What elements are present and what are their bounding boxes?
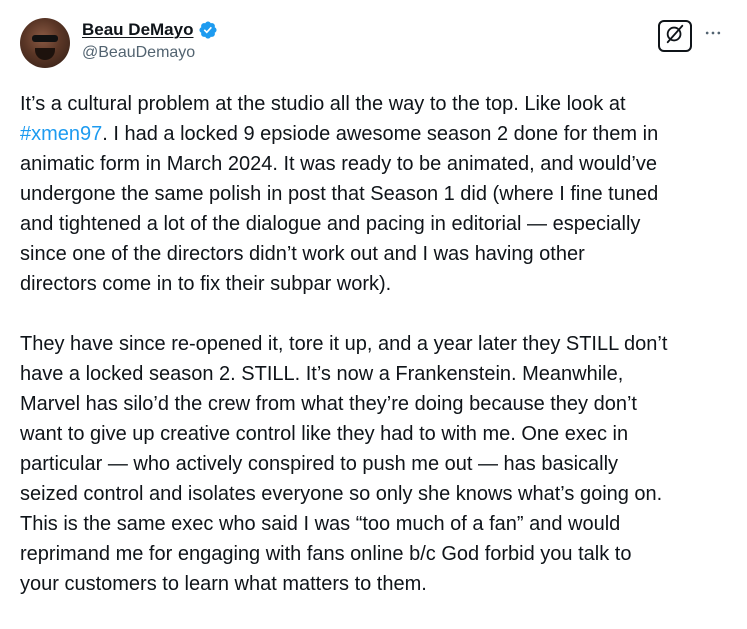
author-handle[interactable]: @BeauDemayo bbox=[82, 44, 218, 62]
grok-icon bbox=[664, 23, 686, 50]
tweet-line: . I had a locked 9 epsiode awesome seaso… bbox=[102, 123, 659, 145]
tweet-line: animatic form in March 2024. It was read… bbox=[20, 153, 657, 175]
tweet-line: want to give up creative control like th… bbox=[20, 423, 629, 445]
tweet-line: Marvel has silo’d the crew from what the… bbox=[20, 393, 637, 415]
tweet-line: reprimand me for engaging with fans onli… bbox=[20, 543, 632, 565]
more-options-button[interactable] bbox=[700, 22, 726, 48]
verified-badge-icon bbox=[198, 20, 218, 40]
tweet-line: and tightened a lot of the dialogue and … bbox=[20, 213, 641, 235]
avatar-beard bbox=[35, 48, 55, 60]
hashtag-link[interactable]: #xmen97 bbox=[20, 123, 102, 145]
tweet-line: It’s a cultural problem at the studio al… bbox=[20, 93, 626, 115]
tweet-line: This is the same exec who said I was “to… bbox=[20, 513, 621, 535]
tweet-line: have a locked season 2. STILL. It’s now … bbox=[20, 363, 624, 385]
tweet-line: They have since re-opened it, tore it up… bbox=[20, 333, 668, 355]
avatar[interactable] bbox=[20, 18, 70, 68]
tweet-header: Beau DeMayo @BeauDemayo bbox=[20, 18, 730, 74]
tweet-line: since one of the directors didn’t work o… bbox=[20, 243, 585, 265]
tweet-line: seized control and isolates everyone so … bbox=[20, 483, 663, 505]
tweet-line: directors come in to fix their subpar wo… bbox=[20, 273, 392, 295]
name-row: Beau DeMayo bbox=[82, 20, 218, 40]
tweet-line: your customers to learn what matters to … bbox=[20, 573, 427, 595]
tweet-paragraph-1: It’s a cultural problem at the studio al… bbox=[20, 89, 732, 299]
more-icon bbox=[703, 23, 723, 48]
author-display-name[interactable]: Beau DeMayo bbox=[82, 20, 193, 40]
avatar-glasses bbox=[32, 35, 58, 42]
grok-button[interactable] bbox=[658, 20, 692, 52]
tweet-paragraph-2: They have since re-opened it, tore it up… bbox=[20, 329, 732, 599]
tweet-line: undergone the same polish in post that S… bbox=[20, 183, 659, 205]
tweet-line: particular — who actively conspired to p… bbox=[20, 453, 619, 475]
author-names: Beau DeMayo @BeauDemayo bbox=[82, 20, 218, 62]
tweet-text: It’s a cultural problem at the studio al… bbox=[20, 89, 732, 599]
